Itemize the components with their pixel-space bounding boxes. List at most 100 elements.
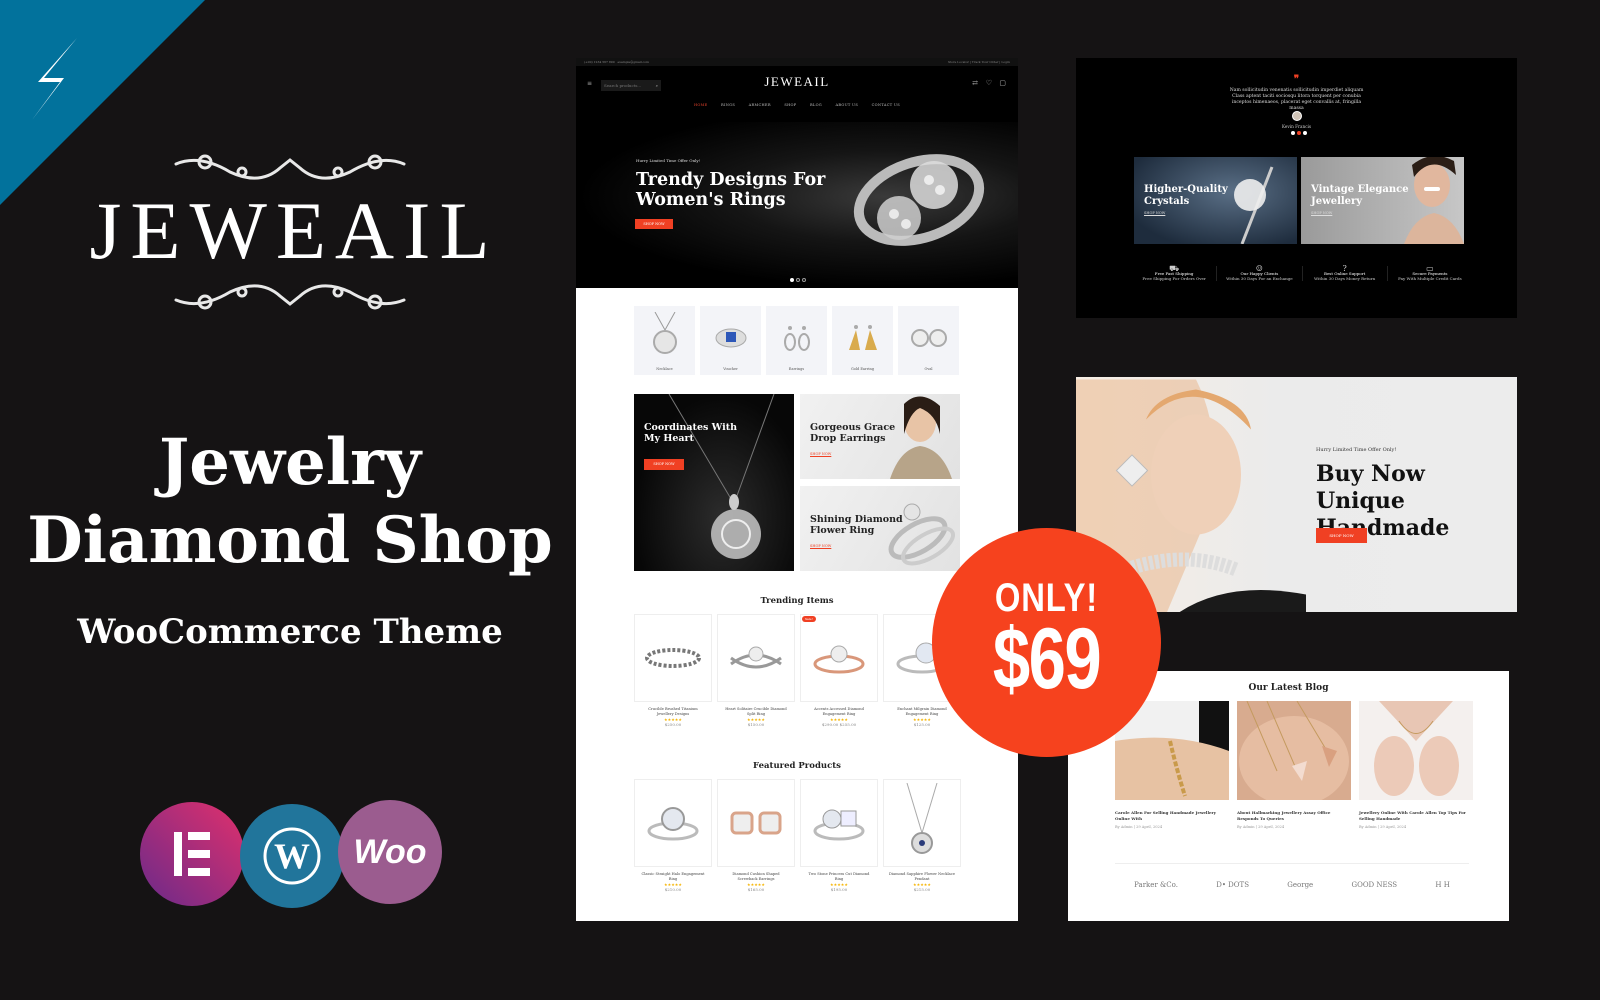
product-card[interactable]: Heart Solitaire Crucible Diamond Split R…	[717, 614, 795, 728]
product-price: $215.00	[913, 887, 931, 892]
category-earrings[interactable]: Earrings	[766, 306, 827, 375]
blog-post-title[interactable]: Carole Allen For Selling Handmade Jewell…	[1115, 810, 1229, 822]
banner-title-line-1: Coordinates With	[644, 422, 738, 433]
product-image[interactable]	[634, 779, 712, 867]
platform-logos: W Woo	[140, 800, 460, 910]
category-necklace[interactable]: Necklace	[634, 306, 695, 375]
banner-title: Higher-Quality Crystals	[1144, 184, 1228, 208]
cart-icon[interactable]: ▢	[999, 79, 1006, 87]
slider-dot-1[interactable]	[790, 278, 794, 282]
product-image[interactable]	[717, 779, 795, 867]
menu-blog[interactable]: BLOG	[810, 103, 822, 107]
wishlist-icon[interactable]: ♡	[986, 79, 992, 87]
product-name[interactable]: Enchant Milgrain Diamond Engagement Ring	[883, 707, 961, 717]
elementor-icon	[174, 832, 210, 876]
category-label: Necklace	[656, 367, 673, 371]
login-link[interactable]: Login	[1001, 60, 1010, 64]
blog-image[interactable]	[1359, 701, 1473, 800]
product-name[interactable]: Diamond Sapphire Flower Necklace Pendant	[883, 872, 961, 882]
blog-card[interactable]: About Hallmarking Jewellery Assay Office…	[1237, 700, 1351, 829]
topbar-email: example@gmail.com	[617, 60, 650, 64]
partner-logo-hh[interactable]: H H	[1435, 881, 1449, 889]
woo-label: Woo	[353, 832, 427, 871]
feature-text: Within 30 Days For an Exchange	[1226, 276, 1293, 281]
product-image[interactable]	[800, 779, 878, 867]
slider-dot-3[interactable]	[802, 278, 806, 282]
testimonial-dot-1[interactable]	[1291, 131, 1295, 135]
product-price: $195.00	[830, 887, 848, 892]
menu-contact[interactable]: CONTACT US	[872, 103, 900, 107]
category-gold-earring[interactable]: Gold Earring	[832, 306, 893, 375]
partner-logo-george[interactable]: George	[1287, 881, 1313, 889]
testimonial-dot-3[interactable]	[1303, 131, 1307, 135]
hero-shop-button[interactable]: SHOP NOW	[635, 219, 673, 229]
product-price: $210.00	[664, 887, 682, 892]
banner-shop-button[interactable]: SHOP NOW	[644, 459, 684, 470]
stud-earrings-icon	[910, 329, 947, 347]
solitaire-ring-image	[1234, 166, 1274, 244]
feature-text: Within 30 Days Money Return	[1314, 276, 1376, 281]
blog-post-title[interactable]: About Hallmarking Jewellery Assay Office…	[1237, 810, 1351, 822]
product-name[interactable]: Classic Straight Halo Engagement Ring	[634, 872, 712, 882]
banner-title-line-1: Gorgeous Grace	[810, 422, 896, 433]
blog-image[interactable]	[1237, 700, 1351, 806]
banner-shop-link[interactable]: SHOP NOW	[1311, 211, 1332, 215]
product-name[interactable]: Crucible Brushed Titanium Jewellery Desi…	[634, 707, 712, 717]
hero-subtitle: Hurry Limited Time Offer Only!	[636, 158, 701, 163]
banner-shop-link[interactable]: SHOP NOW	[1144, 211, 1165, 215]
product-name[interactable]: Accents Accessed Diamond Engagement Ring	[800, 707, 878, 717]
product-image[interactable]	[717, 614, 795, 702]
site-header: ≡ Search products... ⌕ JEWEAIL ⇄ ♡ ▢ HOME…	[576, 66, 1018, 122]
menu-about[interactable]: ABOUT US	[835, 103, 858, 107]
product-card[interactable]: Classic Straight Halo Engagement Ring ★★★…	[634, 779, 712, 893]
lightning-bolt-icon	[32, 38, 77, 120]
banner-drop-earrings[interactable]: Gorgeous Grace Drop Earrings SHOP NOW	[800, 394, 960, 479]
banner-coordinates[interactable]: Coordinates With My Heart SHOP NOW	[634, 394, 794, 571]
two-stone-ring-icon	[813, 809, 865, 841]
rose-gold-ring-icon	[813, 645, 865, 674]
product-image[interactable]	[634, 614, 712, 702]
track-order-link[interactable]: Track Your Order	[972, 60, 999, 64]
hero-ring-image	[853, 154, 985, 246]
demo-testimonial-section: ❞ Nam sollicitudin venenatis sollicitudi…	[1076, 58, 1517, 318]
store-locator-link[interactable]: Store Locator	[948, 60, 969, 64]
testimonial-dot-2[interactable]	[1297, 131, 1301, 135]
product-image[interactable]	[883, 779, 961, 867]
partner-logo-parker[interactable]: Parker &Co.	[1134, 881, 1178, 889]
hero-slider: Hurry Limited Time Offer Only! Trendy De…	[576, 122, 1018, 288]
category-oval[interactable]: Oval	[898, 306, 959, 375]
product-name[interactable]: Two Stone Princess Cut Diamond Ring	[800, 872, 878, 882]
product-price: $125.00	[913, 722, 931, 727]
demo-offer-banner[interactable]: Hurry Limited Time Offer Only! Buy Now U…	[1076, 377, 1517, 612]
product-name[interactable]: Diamond Cushion Shaped Screwback Earring…	[717, 872, 795, 882]
partner-logo-goodness[interactable]: GOOD NESS	[1351, 881, 1397, 889]
menu-shop[interactable]: SHOP	[784, 103, 796, 107]
blog-card[interactable]: Jewellery Online With Carole Allen Top T…	[1359, 701, 1473, 829]
menu-rings[interactable]: RINGS	[721, 103, 735, 107]
category-voucher[interactable]: Voucher	[700, 306, 761, 375]
partner-logo-dots[interactable]: D• DOTS	[1216, 881, 1249, 889]
site-logo[interactable]: JEWEAIL	[576, 74, 1018, 90]
product-price: $250.00	[664, 722, 682, 727]
blog-post-title[interactable]: Jewellery Online With Carole Allen Top T…	[1359, 810, 1473, 822]
banner-flower-ring[interactable]: Shining Diamond Flower Ring SHOP NOW	[800, 486, 960, 571]
banner-vintage[interactable]: Vintage Elegance Jewellery SHOP NOW	[1301, 157, 1464, 244]
banner-shop-link[interactable]: SHOP NOW	[810, 544, 831, 548]
slider-dot-2[interactable]	[796, 278, 800, 282]
banner-shop-link[interactable]: SHOP NOW	[810, 452, 831, 456]
product-card[interactable]: Sale! Accents Accessed Diamond Engagement…	[800, 614, 878, 728]
menu-home[interactable]: HOME	[694, 103, 708, 107]
product-card[interactable]: Diamond Sapphire Flower Necklace Pendant…	[883, 779, 961, 893]
blog-post-meta: By Admin | 29 April, 2024	[1115, 825, 1163, 829]
product-image[interactable]	[800, 614, 878, 702]
offer-shop-button[interactable]: SHOP NOW	[1316, 528, 1367, 543]
product-name[interactable]: Heart Solitaire Crucible Diamond Split R…	[717, 707, 795, 717]
product-card[interactable]: Two Stone Princess Cut Diamond Ring ★★★★★…	[800, 779, 878, 893]
product-card[interactable]: Crucible Brushed Titanium Jewellery Desi…	[634, 614, 712, 728]
elementor-logo	[140, 802, 244, 906]
menu-armcher[interactable]: ARMCHER	[749, 103, 771, 107]
compare-icon[interactable]: ⇄	[972, 79, 978, 87]
banner-crystals[interactable]: Higher-Quality Crystals SHOP NOW	[1134, 157, 1297, 244]
product-card[interactable]: Diamond Cushion Shaped Screwback Earring…	[717, 779, 795, 893]
blog-card[interactable]: Carole Allen For Selling Handmade Jewell…	[1115, 701, 1229, 829]
